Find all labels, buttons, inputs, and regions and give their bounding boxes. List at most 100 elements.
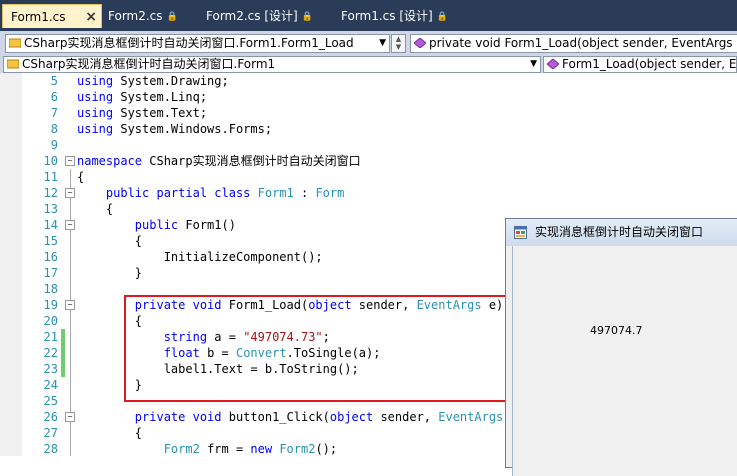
code-line: 9 bbox=[0, 137, 737, 153]
type-combo[interactable]: CSharp实现消息框倒计时自动关闭窗口.Form1 ▼ bbox=[3, 56, 541, 73]
code-token: } bbox=[77, 266, 143, 280]
code-token: object bbox=[329, 410, 381, 424]
method-combo[interactable]: Form1_Load(object sender, Ev bbox=[543, 56, 737, 73]
code-line: 11 { bbox=[0, 169, 737, 185]
line-number: 26 bbox=[43, 410, 58, 424]
line-number: 22 bbox=[43, 346, 58, 360]
collapse-icon[interactable]: − bbox=[65, 188, 75, 198]
form-title: 实现消息框倒计时自动关闭窗口 bbox=[535, 225, 704, 239]
tab-form2-cs[interactable]: Form2.cs 🔒 bbox=[100, 4, 190, 28]
code-token: sender, bbox=[380, 410, 439, 424]
line-number: 6 bbox=[50, 90, 58, 104]
class-icon bbox=[9, 38, 21, 48]
line-number: 28 bbox=[43, 442, 58, 456]
code-token: new bbox=[250, 442, 280, 456]
collapse-icon[interactable]: − bbox=[65, 156, 75, 166]
lock-icon: 🔒 bbox=[301, 12, 313, 22]
form-client-area bbox=[512, 246, 737, 476]
changed-line-marker bbox=[61, 345, 65, 361]
code-token: private void bbox=[134, 410, 229, 424]
combo-spin-buttons[interactable]: ▲ ▼ bbox=[391, 34, 406, 53]
code-token: (); bbox=[315, 442, 338, 456]
code-text: InitializeComponent(); bbox=[77, 249, 323, 265]
line-number: 8 bbox=[50, 122, 58, 136]
type-combo-value: CSharp实现消息框倒计时自动关闭窗口.Form1 bbox=[22, 57, 276, 71]
code-token: using bbox=[77, 106, 121, 120]
collapse-icon[interactable]: − bbox=[65, 412, 75, 422]
tab-form2-designer[interactable]: Form2.cs [设计] 🔒 bbox=[198, 4, 326, 28]
code-text: public partial class Form1 : Form bbox=[77, 185, 344, 201]
tab-label: Form1.cs bbox=[11, 10, 66, 24]
code-token: Form1 bbox=[257, 186, 294, 200]
code-text: { bbox=[77, 425, 142, 441]
document-tab-strip: Form1.cs × Form2.cs 🔒 Form2.cs [设计] 🔒 Form… bbox=[0, 0, 737, 31]
tab-form1-cs[interactable]: Form1.cs × bbox=[2, 4, 102, 28]
line-number: 9 bbox=[50, 138, 58, 152]
collapse-icon[interactable]: − bbox=[65, 220, 75, 230]
code-text: { bbox=[77, 201, 113, 217]
code-token: System.Linq; bbox=[120, 90, 208, 104]
code-token: { bbox=[77, 170, 85, 184]
code-line: 8 using System.Windows.Forms; bbox=[0, 121, 737, 137]
close-icon[interactable]: × bbox=[85, 5, 97, 29]
lock-icon: 🔒 bbox=[166, 12, 178, 22]
code-token: Form1() bbox=[185, 218, 236, 232]
code-text: namespace CSharp实现消息框倒计时自动关闭窗口 bbox=[77, 153, 361, 169]
code-text: } bbox=[77, 265, 142, 281]
chevron-down-icon: ▼ bbox=[379, 38, 386, 48]
code-token: { bbox=[77, 234, 143, 248]
method-icon bbox=[547, 59, 559, 69]
code-line: 12− public partial class Form1 : Form bbox=[0, 185, 737, 201]
code-token: EventArgs bbox=[438, 410, 511, 424]
line-number: 18 bbox=[43, 282, 58, 296]
changed-line-marker bbox=[61, 329, 65, 345]
code-line: 5 using System.Drawing; bbox=[0, 73, 737, 89]
changed-line-marker bbox=[61, 361, 65, 377]
code-token: using bbox=[77, 74, 121, 88]
code-token: : bbox=[293, 186, 316, 200]
line-number: 19 bbox=[43, 298, 58, 312]
form-window[interactable]: 实现消息框倒计时自动关闭窗口 bbox=[505, 218, 737, 476]
code-token: Form2 bbox=[163, 442, 208, 456]
label1: 497074.7 bbox=[590, 324, 643, 337]
method-icon bbox=[414, 38, 426, 48]
code-token: button1_Click( bbox=[228, 410, 330, 424]
method-combo-value: Form1_Load(object sender, Ev bbox=[562, 57, 737, 71]
lock-icon: 🔒 bbox=[436, 12, 448, 22]
collapse-icon[interactable]: − bbox=[65, 300, 75, 310]
code-token: using bbox=[77, 90, 121, 104]
line-number: 11 bbox=[43, 170, 58, 184]
code-token: System.Drawing; bbox=[120, 74, 229, 88]
line-number: 24 bbox=[43, 378, 58, 392]
line-number: 12 bbox=[43, 186, 58, 200]
code-text: { bbox=[77, 233, 142, 249]
line-number: 23 bbox=[43, 362, 58, 376]
class-member-combo[interactable]: CSharp实现消息框倒计时自动关闭窗口.Form1.Form1_Load ▼ bbox=[5, 34, 390, 53]
code-text: using System.Drawing; bbox=[77, 73, 229, 89]
tab-form1-designer[interactable]: Form1.cs [设计] 🔒 bbox=[333, 4, 463, 28]
member-combo[interactable]: private void Form1_Load(object sender, E… bbox=[410, 34, 737, 53]
code-token: CSharp实现消息框倒计时自动关闭窗口 bbox=[149, 154, 361, 168]
code-line: 6 using System.Linq; bbox=[0, 89, 737, 105]
form-title-bar[interactable]: 实现消息框倒计时自动关闭窗口 bbox=[506, 219, 737, 246]
navigation-bar-top: CSharp实现消息框倒计时自动关闭窗口.Form1.Form1_Load ▼ … bbox=[0, 31, 737, 56]
code-token: { bbox=[77, 426, 143, 440]
code-text: using System.Windows.Forms; bbox=[77, 121, 272, 137]
code-text: using System.Text; bbox=[77, 105, 207, 121]
line-number: 15 bbox=[43, 234, 58, 248]
class-icon bbox=[7, 59, 19, 69]
line-number: 7 bbox=[50, 106, 58, 120]
code-token: public bbox=[134, 218, 186, 232]
code-token: using bbox=[77, 122, 121, 136]
code-token: System.Text; bbox=[120, 106, 208, 120]
line-number: 13 bbox=[43, 202, 58, 216]
code-line: 13 { bbox=[0, 201, 737, 217]
form-icon bbox=[514, 226, 527, 239]
class-member-combo-value: CSharp实现消息框倒计时自动关闭窗口.Form1.Form1_Load bbox=[24, 36, 354, 50]
code-token: public partial class bbox=[105, 186, 258, 200]
code-token: System.Windows.Forms; bbox=[120, 122, 273, 136]
code-text: Form2 frm = new Form2(); bbox=[77, 441, 337, 456]
